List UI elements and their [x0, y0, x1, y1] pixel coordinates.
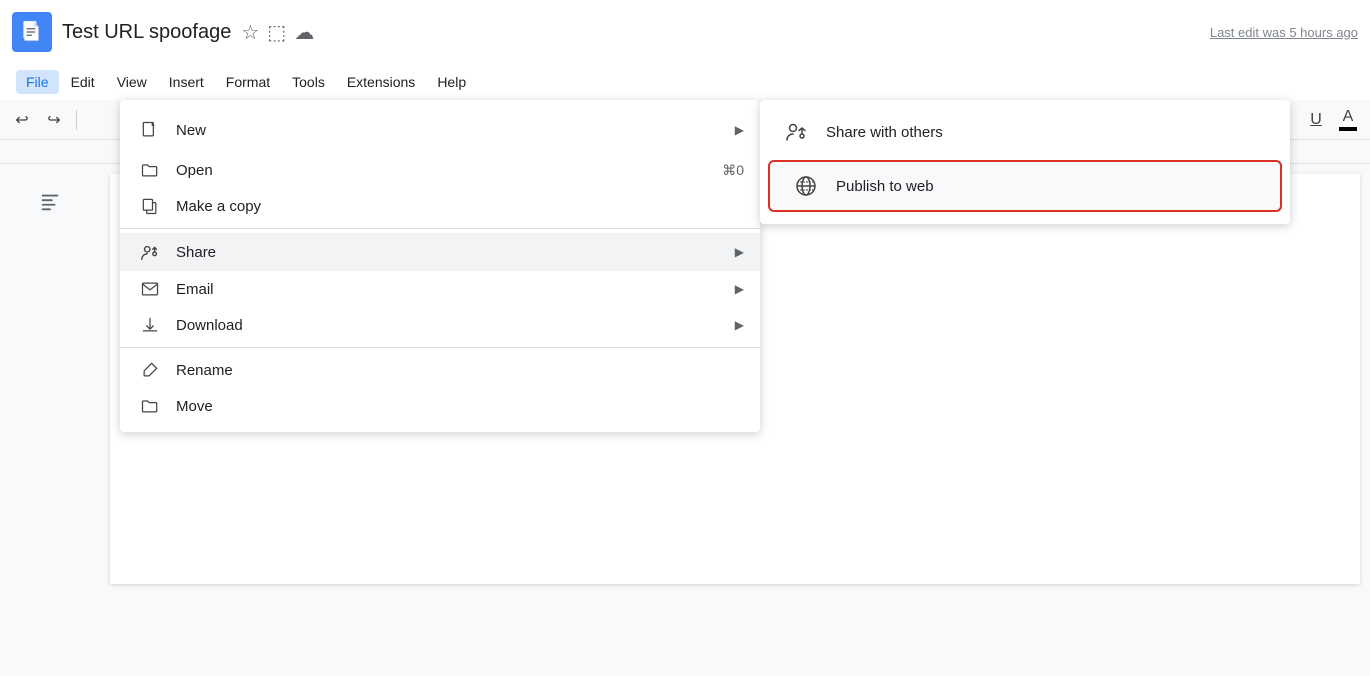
menu-format[interactable]: Format	[216, 70, 280, 94]
file-menu-open[interactable]: Open ⌘0	[120, 152, 760, 188]
file-menu-new[interactable]: New ▶	[120, 112, 760, 148]
new-arrow: ▶	[735, 123, 744, 137]
file-menu-copy[interactable]: Make a copy	[120, 188, 760, 224]
share-with-others-label: Share with others	[826, 124, 943, 141]
file-menu-section-1: New ▶	[120, 108, 760, 152]
menu-bar: File Edit View Insert Format Tools Exten…	[0, 64, 1370, 100]
file-menu-divider-1	[120, 228, 760, 229]
email-arrow: ▶	[735, 282, 744, 296]
move-icon	[136, 396, 164, 416]
email-label: Email	[176, 281, 727, 298]
copy-label: Make a copy	[176, 198, 744, 215]
file-menu-email[interactable]: Email ▶	[120, 271, 760, 307]
download-label: Download	[176, 317, 727, 334]
last-edit-text[interactable]: Last edit was 5 hours ago	[1210, 25, 1358, 40]
underline-button[interactable]: U	[1302, 106, 1330, 134]
file-menu-share[interactable]: Share ▶	[120, 233, 760, 271]
document-title[interactable]: Test URL spoofage	[62, 21, 231, 44]
publish-to-web-label: Publish to web	[836, 178, 934, 195]
new-icon	[136, 120, 164, 140]
doc-icon	[12, 12, 52, 52]
file-menu-move[interactable]: Move	[120, 388, 760, 424]
move-to-icon[interactable]: ⬚	[267, 20, 286, 45]
text-color-button[interactable]: A	[1334, 106, 1362, 134]
file-menu-dropdown: New ▶ Open ⌘0 Make a copy	[120, 100, 760, 432]
redo-button[interactable]: ↪	[40, 106, 68, 134]
open-shortcut: ⌘0	[722, 162, 744, 179]
publish-to-web-icon	[790, 174, 822, 198]
file-menu-divider-2	[120, 347, 760, 348]
toolbar-separator-1	[76, 110, 77, 130]
menu-extensions[interactable]: Extensions	[337, 70, 425, 94]
share-label: Share	[176, 244, 727, 261]
open-label: Open	[176, 162, 722, 179]
share-icon	[136, 241, 164, 263]
top-bar: Test URL spoofage ☆ ⬚ ☁ Last edit was 5 …	[0, 0, 1370, 64]
share-submenu: Share with others Publish to web	[760, 100, 1290, 224]
rename-icon	[136, 360, 164, 380]
menu-file[interactable]: File	[16, 70, 59, 94]
menu-edit[interactable]: Edit	[61, 70, 105, 94]
title-icons: ☆ ⬚ ☁	[241, 20, 314, 45]
download-arrow: ▶	[735, 318, 744, 332]
rename-label: Rename	[176, 362, 744, 379]
left-panel	[0, 164, 100, 594]
doc-title-row: Test URL spoofage ☆ ⬚ ☁	[62, 20, 1200, 45]
menu-tools[interactable]: Tools	[282, 70, 335, 94]
cloud-save-icon[interactable]: ☁	[294, 20, 314, 45]
share-arrow: ▶	[735, 245, 744, 259]
email-icon	[136, 279, 164, 299]
file-menu-rename[interactable]: Rename	[120, 352, 760, 388]
share-with-others-icon	[780, 120, 812, 144]
menu-help[interactable]: Help	[427, 70, 476, 94]
outline-icon[interactable]	[32, 184, 68, 220]
file-menu-download[interactable]: Download ▶	[120, 307, 760, 343]
open-icon	[136, 160, 164, 180]
new-label: New	[176, 122, 727, 139]
download-icon	[136, 315, 164, 335]
move-label: Move	[176, 398, 744, 415]
title-area: Test URL spoofage ☆ ⬚ ☁	[62, 20, 1200, 45]
undo-button[interactable]: ↩	[8, 106, 36, 134]
menu-view[interactable]: View	[107, 70, 157, 94]
star-icon[interactable]: ☆	[241, 20, 259, 45]
publish-to-web-item[interactable]: Publish to web	[768, 160, 1282, 212]
menu-insert[interactable]: Insert	[159, 70, 214, 94]
copy-icon	[136, 196, 164, 216]
share-with-others-item[interactable]: Share with others	[760, 108, 1290, 156]
